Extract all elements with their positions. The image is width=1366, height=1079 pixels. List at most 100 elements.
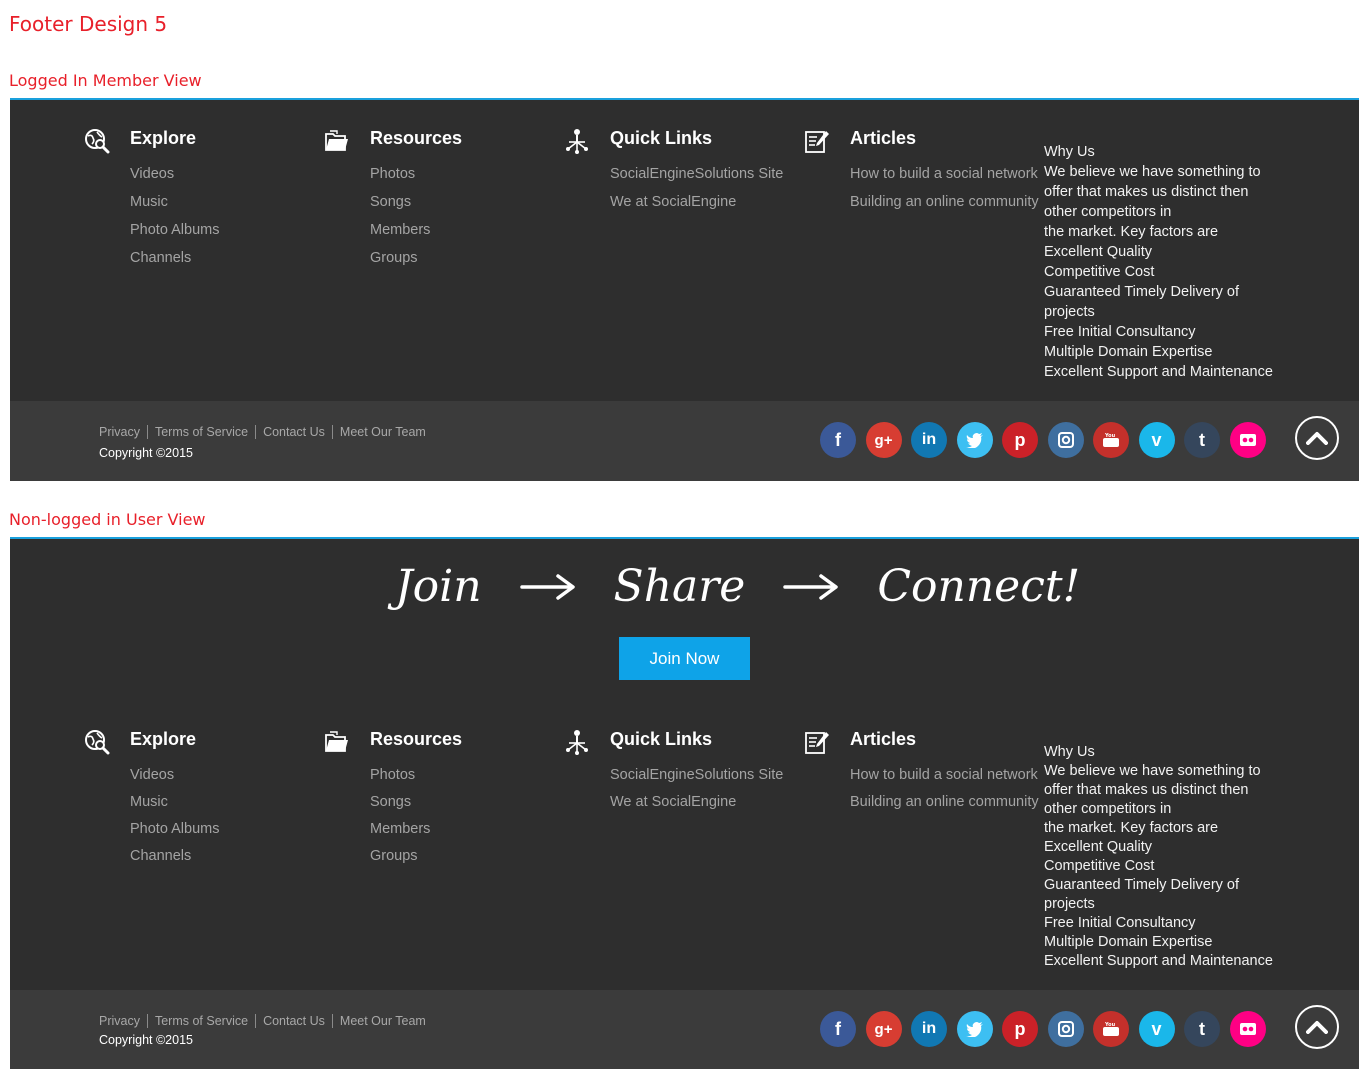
twitter-icon[interactable] [956, 1011, 993, 1047]
why-us-line: Multiple Domain Expertise [1044, 344, 1213, 360]
guest-view-label: Non-logged in User View [9, 510, 206, 529]
why-us-line: other competitors in [1044, 204, 1172, 220]
articles-title: Articles [850, 729, 917, 749]
resources-link[interactable]: Groups [370, 846, 560, 866]
resources-title: Resources [370, 729, 463, 749]
quicklinks-link[interactable]: SocialEngineSolutions Site [610, 765, 800, 785]
privacy-link[interactable]: Privacy [99, 425, 147, 439]
quicklinks-link[interactable]: We at SocialEngine [610, 192, 800, 212]
why-us-line: We believe we have something to [1044, 164, 1261, 180]
back-to-top-button[interactable] [1295, 1005, 1339, 1049]
tumblr-icon[interactable]: t [1184, 1011, 1220, 1047]
page-title: Footer Design 5 [9, 12, 168, 36]
join-now-button[interactable]: Join Now [619, 637, 750, 680]
explore-link[interactable]: Channels [130, 846, 320, 866]
bottom-bar: Privacy Terms of Service Contact Us Meet… [10, 990, 1359, 1069]
explore-title: Explore [130, 729, 197, 749]
resources-link[interactable]: Members [370, 220, 560, 240]
slogan-word-connect: Connect! [877, 561, 1081, 612]
youtube-icon[interactable]: You [1093, 1011, 1129, 1047]
articles-link[interactable]: Building an online community [850, 192, 1040, 212]
arrow-right-icon [783, 573, 839, 600]
resources-link[interactable]: Songs [370, 792, 560, 812]
quicklinks-title: Quick Links [610, 128, 713, 148]
twitter-icon[interactable] [956, 422, 993, 458]
resources-links: Photos Songs Members Groups [370, 765, 560, 873]
quicklinks-link[interactable]: We at SocialEngine [610, 792, 800, 812]
quicklinks-links: SocialEngineSolutions Site We at SocialE… [610, 765, 800, 819]
articles-title: Articles [850, 128, 917, 148]
why-us-block: Why Us We believe we have something to o… [1044, 142, 1294, 382]
google-plus-icon[interactable]: g+ [865, 1011, 902, 1047]
footer-links: Privacy Terms of Service Contact Us Meet… [99, 425, 433, 439]
why-us-line: Free Initial Consultancy [1044, 915, 1196, 931]
resources-link[interactable]: Songs [370, 192, 560, 212]
explore-link[interactable]: Videos [130, 765, 320, 785]
team-link[interactable]: Meet Our Team [331, 425, 433, 439]
tumblr-icon[interactable]: t [1184, 422, 1220, 458]
contact-link[interactable]: Contact Us [255, 425, 332, 439]
resources-title: Resources [370, 128, 463, 148]
slogan-word-join: Join [395, 561, 482, 612]
why-us-line: Competitive Cost [1044, 858, 1155, 874]
footer-columns: Explore Videos Music Photo Albums Channe… [10, 100, 1359, 401]
resources-links: Photos Songs Members Groups [370, 164, 560, 276]
explore-link[interactable]: Videos [130, 164, 320, 184]
team-link[interactable]: Meet Our Team [331, 1014, 433, 1028]
pinterest-icon[interactable]: p [1002, 422, 1038, 458]
google-plus-icon[interactable]: g+ [865, 422, 902, 458]
back-to-top-button[interactable] [1295, 416, 1339, 460]
why-us-line: We believe we have something to [1044, 763, 1261, 779]
terms-link[interactable]: Terms of Service [146, 425, 255, 439]
articles-link[interactable]: Building an online community [850, 792, 1040, 812]
resources-link[interactable]: Members [370, 819, 560, 839]
terms-link[interactable]: Terms of Service [146, 1014, 255, 1028]
contact-link[interactable]: Contact Us [255, 1014, 332, 1028]
vimeo-icon[interactable]: v [1138, 1011, 1175, 1047]
social-icons: f g+ in p You v t [820, 422, 1266, 458]
why-us-line: Multiple Domain Expertise [1044, 934, 1213, 950]
folder-icon [325, 130, 348, 151]
copyright: Copyright ©2015 [99, 1033, 193, 1047]
facebook-icon[interactable]: f [820, 422, 856, 458]
why-us-line: offer that makes us distinct then [1044, 184, 1249, 200]
resources-link[interactable]: Photos [370, 164, 560, 184]
linkedin-icon[interactable]: in [911, 422, 947, 458]
why-us-line: Excellent Quality [1044, 839, 1152, 855]
join-banner: Join Share Connect! Join Now [10, 539, 1359, 699]
folder-icon [325, 731, 348, 752]
pinterest-icon[interactable]: p [1002, 1011, 1038, 1047]
flickr-icon[interactable] [1229, 422, 1266, 458]
articles-links: How to build a social network Building a… [850, 765, 1040, 819]
explore-title: Explore [130, 128, 197, 148]
articles-link[interactable]: How to build a social network [850, 164, 1040, 184]
explore-link[interactable]: Photo Albums [130, 220, 320, 240]
instagram-icon[interactable] [1047, 1011, 1084, 1047]
why-us-line: projects [1044, 896, 1095, 912]
social-icons: f g+ in p You v t [820, 1011, 1266, 1047]
privacy-link[interactable]: Privacy [99, 1014, 147, 1028]
why-us-line: Excellent Support and Maintenance [1044, 364, 1273, 380]
linkedin-icon[interactable]: in [911, 1011, 947, 1047]
explore-link[interactable]: Music [130, 792, 320, 812]
slogan-word-share: Share [613, 561, 746, 612]
explore-link[interactable]: Music [130, 192, 320, 212]
explore-link[interactable]: Channels [130, 248, 320, 268]
network-icon [566, 129, 588, 154]
facebook-icon[interactable]: f [820, 1011, 856, 1047]
youtube-icon[interactable]: You [1093, 422, 1129, 458]
instagram-icon[interactable] [1047, 422, 1084, 458]
member-view-label: Logged In Member View [9, 71, 202, 90]
flickr-icon[interactable] [1229, 1011, 1266, 1047]
vimeo-icon[interactable]: v [1138, 422, 1175, 458]
explore-link[interactable]: Photo Albums [130, 819, 320, 839]
footer-columns: Explore Videos Music Photo Albums Channe… [10, 699, 1359, 989]
quicklinks-link[interactable]: SocialEngineSolutions Site [610, 164, 800, 184]
why-us-line: Free Initial Consultancy [1044, 324, 1196, 340]
why-us-line: Guaranteed Timely Delivery of [1044, 284, 1240, 300]
footer-links: Privacy Terms of Service Contact Us Meet… [99, 1014, 433, 1028]
quicklinks-title: Quick Links [610, 729, 713, 749]
articles-link[interactable]: How to build a social network [850, 765, 1040, 785]
resources-link[interactable]: Photos [370, 765, 560, 785]
resources-link[interactable]: Groups [370, 248, 560, 268]
